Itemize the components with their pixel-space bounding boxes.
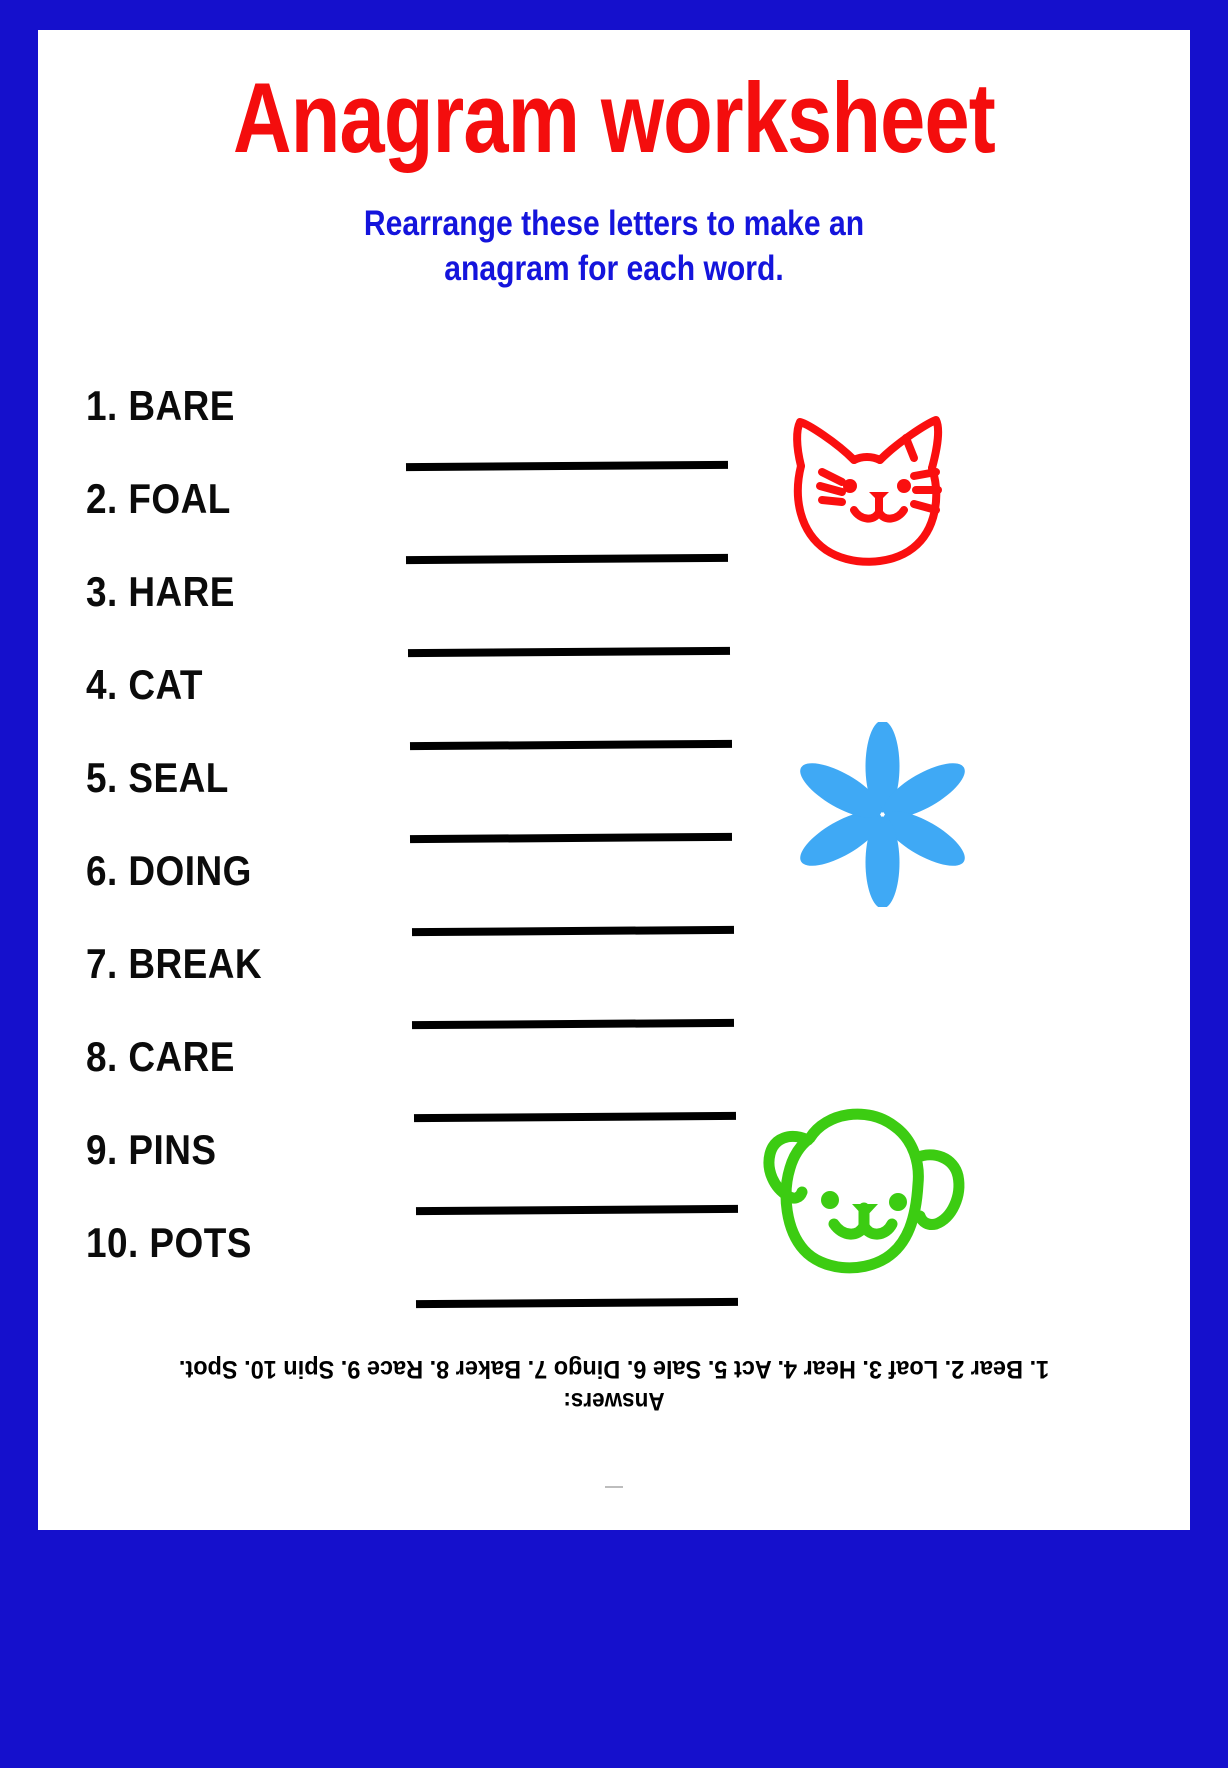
answer-line-4[interactable]	[409, 739, 733, 751]
word-label-1: 1. BARE	[86, 382, 235, 429]
answer-key: Answers: 1. Bear 2. Loaf 3. Hear 4. Act …	[38, 1352, 1190, 1416]
subtitle-line-2: anagram for each word.	[444, 248, 784, 288]
cat-face-doodle	[738, 380, 968, 580]
answer-key-label: Answers:	[563, 1386, 665, 1415]
anagram-word-list: 1. BARE 2. FOAL 3. HARE 4. CAT 5. SEAL 6	[38, 382, 1190, 1312]
list-item: 2. FOAL	[38, 475, 1190, 568]
footer-divider	[605, 1486, 623, 1488]
list-item: 1. BARE	[38, 382, 1190, 475]
list-item: 9. PINS	[38, 1126, 1190, 1219]
worksheet-page: Anagram worksheet Rearrange these letter…	[0, 0, 1228, 1768]
worksheet-sheet: Anagram worksheet Rearrange these letter…	[38, 30, 1190, 1530]
answer-line-2[interactable]	[405, 553, 729, 565]
page-subtitle: Rearrange these letters to make an anagr…	[304, 202, 923, 292]
word-label-4: 4. CAT	[86, 661, 203, 708]
word-label-9: 9. PINS	[86, 1126, 217, 1173]
answer-line-10[interactable]	[415, 1297, 739, 1309]
word-label-5: 5. SEAL	[86, 754, 229, 801]
dog-face-doodle	[718, 1072, 988, 1302]
answer-key-text: 1. Bear 2. Loaf 3. Hear 4. Act 5. Sale 6…	[178, 1354, 1050, 1383]
answer-line-3[interactable]	[407, 646, 731, 658]
list-item: 5. SEAL	[38, 754, 1190, 847]
list-item: 7. BREAK	[38, 940, 1190, 1033]
word-label-3: 3. HARE	[86, 568, 235, 615]
answer-line-7[interactable]	[411, 1018, 735, 1030]
answer-line-6[interactable]	[411, 925, 735, 937]
answer-line-9[interactable]	[415, 1204, 739, 1216]
list-item: 10. POTS	[38, 1219, 1190, 1312]
word-label-2: 2. FOAL	[86, 475, 231, 522]
subtitle-line-1: Rearrange these letters to make an	[363, 204, 865, 243]
list-item: 6. DOING	[38, 847, 1190, 940]
list-item: 8. CARE	[38, 1033, 1190, 1126]
word-label-8: 8. CARE	[86, 1033, 235, 1080]
list-item: 3. HARE	[38, 568, 1190, 661]
answer-line-8[interactable]	[413, 1111, 737, 1123]
page-title: Anagram worksheet	[232, 62, 996, 173]
flower-doodle	[790, 720, 975, 909]
word-label-10: 10. POTS	[86, 1219, 252, 1266]
word-label-6: 6. DOING	[86, 847, 252, 894]
word-label-7: 7. BREAK	[86, 940, 263, 987]
answer-line-1[interactable]	[405, 460, 729, 472]
answer-line-5[interactable]	[409, 832, 733, 844]
list-item: 4. CAT	[38, 661, 1190, 754]
